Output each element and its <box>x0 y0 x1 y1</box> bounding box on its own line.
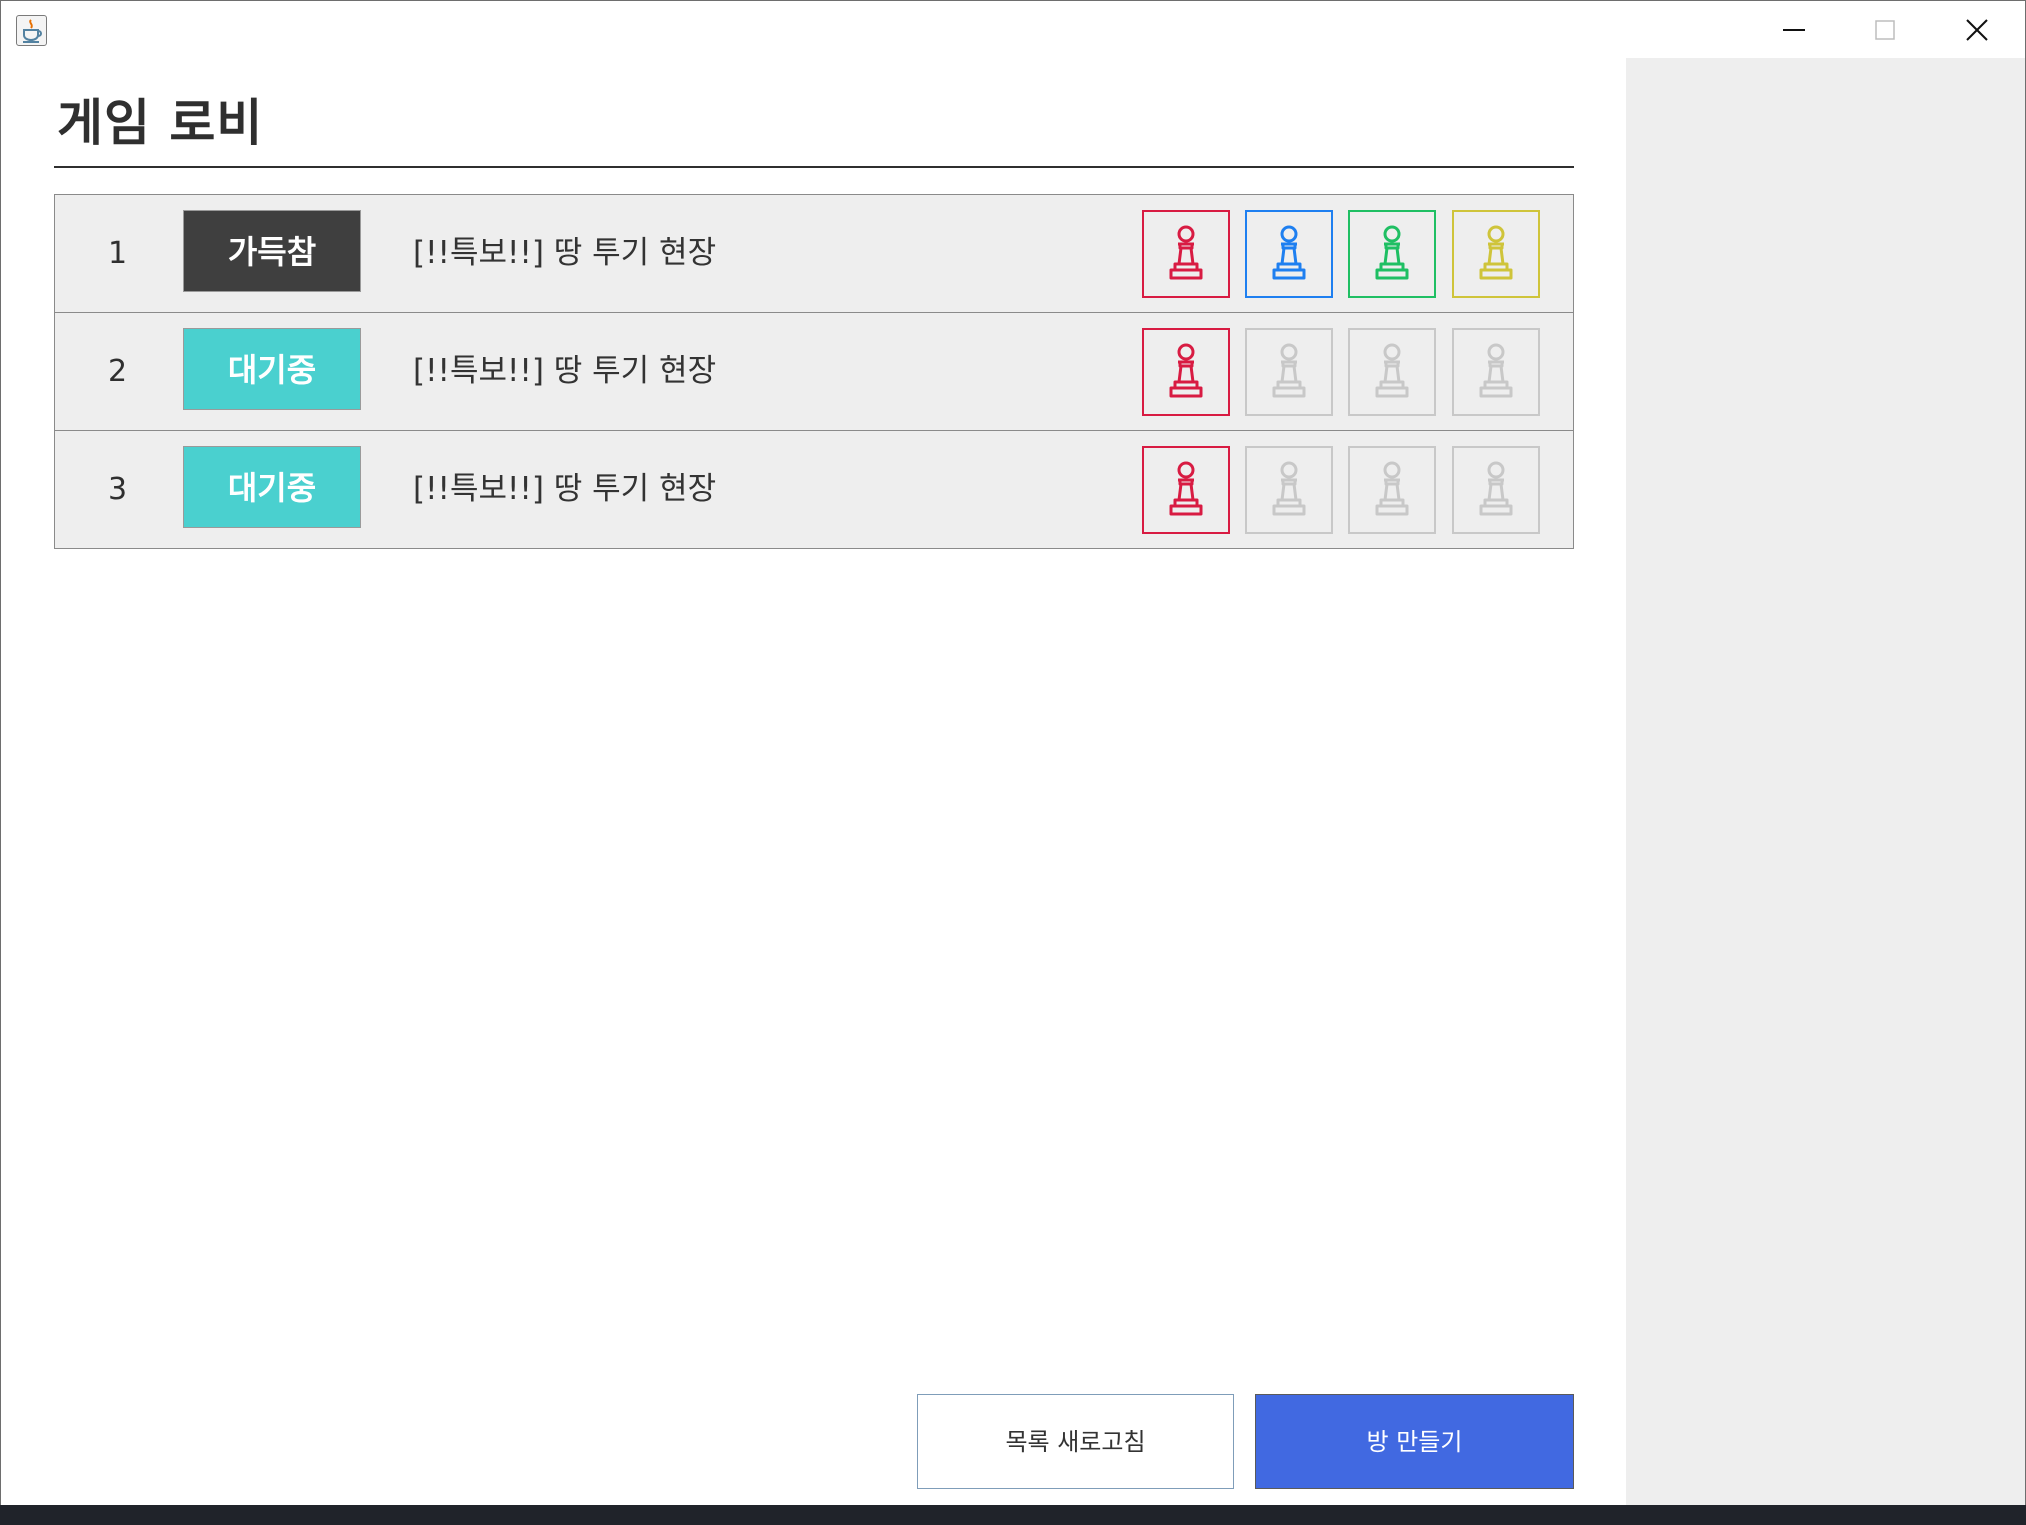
pawn-icon <box>1169 343 1203 398</box>
pawn-icon <box>1272 225 1306 280</box>
room-number: 1 <box>107 236 128 271</box>
player-slot-occupied <box>1142 210 1230 298</box>
player-slot-empty <box>1348 446 1436 534</box>
player-slot-empty <box>1245 328 1333 416</box>
pawn-icon <box>1375 225 1409 280</box>
status-badge: 대기중 <box>183 328 361 410</box>
room-name: [!!특보!!] 땅 투기 현장 <box>413 353 717 389</box>
player-slot-empty <box>1452 328 1540 416</box>
room-row[interactable]: 2 대기중 [!!특보!!] 땅 투기 현장 <box>55 313 1573 431</box>
pawn-icon <box>1479 225 1513 280</box>
pawn-icon <box>1479 343 1513 398</box>
refresh-list-button[interactable]: 목록 새로고침 <box>917 1394 1234 1489</box>
taskbar <box>0 1505 2026 1525</box>
room-name: [!!특보!!] 땅 투기 현장 <box>413 235 717 271</box>
lobby-window: 게임 로비 1 가득참 [!!특보!!] 땅 투기 현장 2 대기중 [!!특보!!] 땅… <box>0 0 2026 1507</box>
side-panel <box>1626 58 2025 1506</box>
player-slot-occupied <box>1142 328 1230 416</box>
title-bar[interactable] <box>1 1 2025 58</box>
status-badge: 대기중 <box>183 446 361 528</box>
player-slot-empty <box>1348 328 1436 416</box>
pawn-icon <box>1169 225 1203 280</box>
maximize-button[interactable] <box>1839 1 1931 58</box>
room-list: 1 가득참 [!!특보!!] 땅 투기 현장 2 대기중 [!!특보!!] 땅 투기 현장… <box>54 194 1574 549</box>
page-title: 게임 로비 <box>57 94 264 152</box>
pawn-icon <box>1479 461 1513 516</box>
maximize-icon <box>1875 20 1895 40</box>
pawn-icon <box>1272 343 1306 398</box>
room-number: 2 <box>107 354 128 389</box>
pawn-icon <box>1375 461 1409 516</box>
player-slot-occupied <box>1452 210 1540 298</box>
player-slot-empty <box>1245 446 1333 534</box>
pawn-icon <box>1375 343 1409 398</box>
title-divider <box>54 166 1574 168</box>
java-cup-icon[interactable] <box>16 15 47 46</box>
pawn-icon <box>1169 461 1203 516</box>
minimize-button[interactable] <box>1748 1 1840 58</box>
player-slot-occupied <box>1245 210 1333 298</box>
close-button[interactable] <box>1931 1 2023 58</box>
room-row[interactable]: 1 가득참 [!!특보!!] 땅 투기 현장 <box>55 195 1573 313</box>
room-number: 3 <box>107 472 128 507</box>
player-slot-occupied <box>1348 210 1436 298</box>
player-slot-occupied <box>1142 446 1230 534</box>
room-row[interactable]: 3 대기중 [!!특보!!] 땅 투기 현장 <box>55 431 1573 549</box>
create-room-button[interactable]: 방 만들기 <box>1255 1394 1574 1489</box>
close-icon <box>1966 19 1988 41</box>
status-badge: 가득참 <box>183 210 361 292</box>
player-slot-empty <box>1452 446 1540 534</box>
room-name: [!!특보!!] 땅 투기 현장 <box>413 471 717 507</box>
pawn-icon <box>1272 461 1306 516</box>
minimize-icon <box>1783 29 1805 31</box>
